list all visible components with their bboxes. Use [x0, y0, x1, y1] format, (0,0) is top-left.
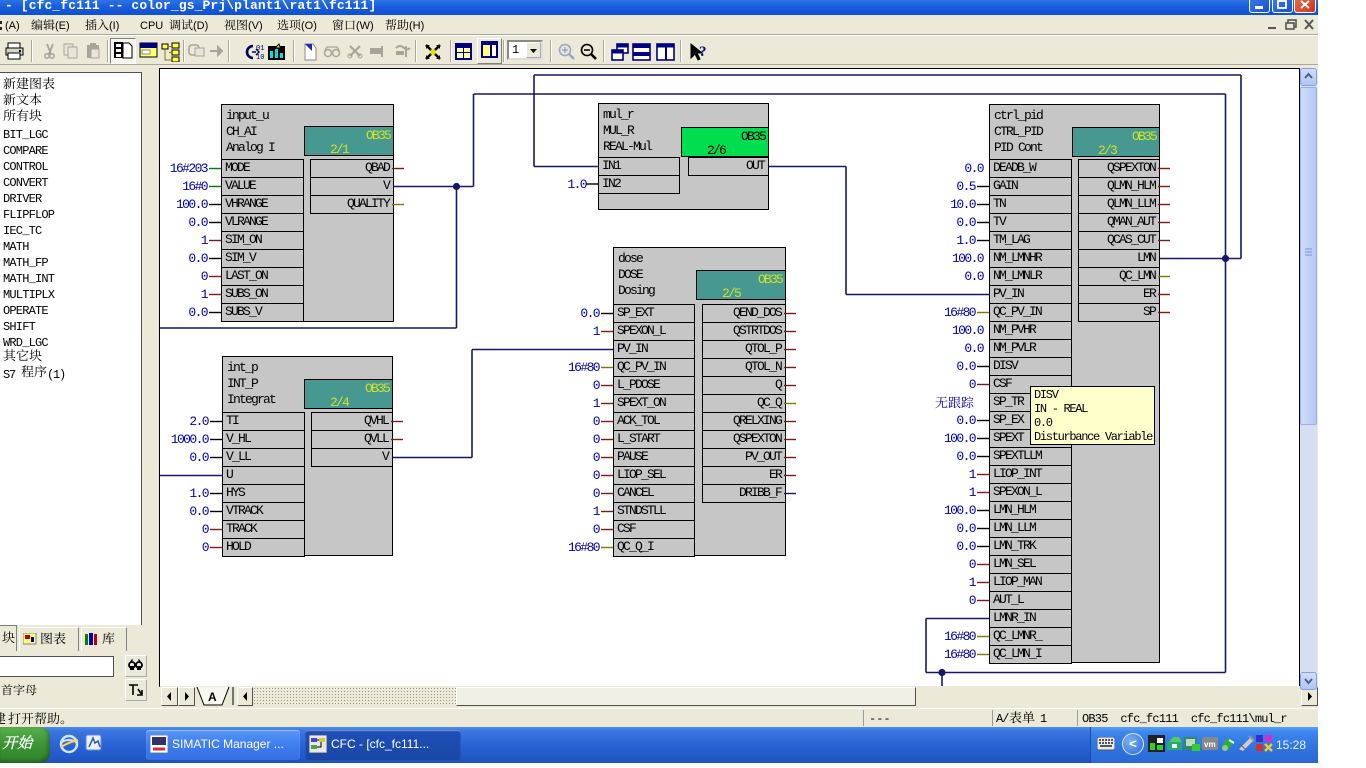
svg-text:?: ? [699, 44, 707, 60]
svg-text:vm: vm [1204, 740, 1216, 749]
svg-text:01: 01 [256, 45, 264, 53]
svg-text:A: A [208, 690, 217, 704]
svg-text:10: 10 [256, 54, 264, 62]
